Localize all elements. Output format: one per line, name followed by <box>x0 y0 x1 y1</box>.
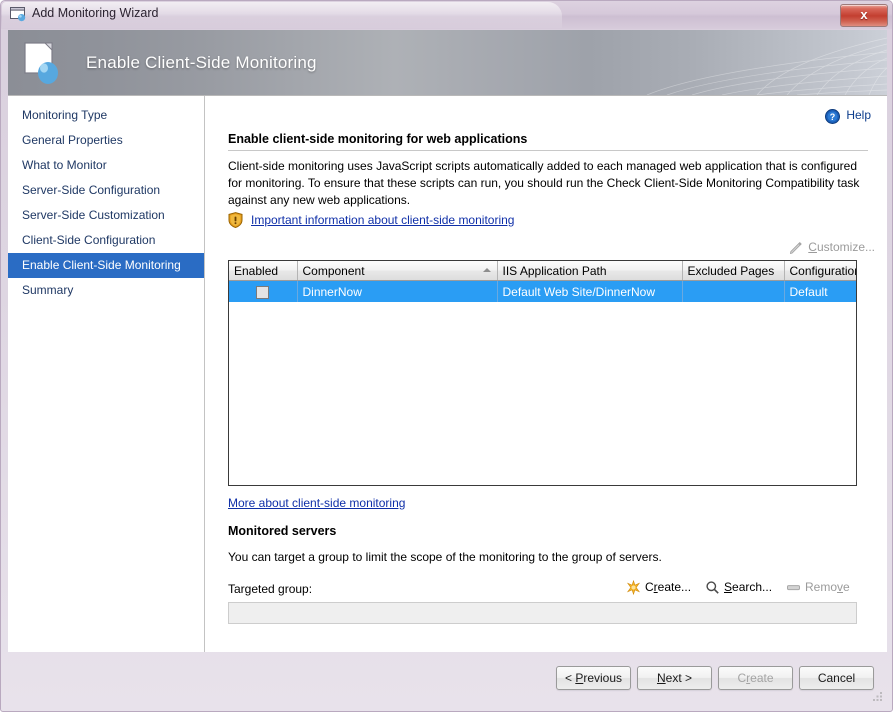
create-button[interactable]: Create <box>718 666 793 690</box>
customize-button[interactable]: Customize... <box>808 240 875 258</box>
banner-mesh-decoration <box>637 30 887 95</box>
enabled-checkbox[interactable] <box>256 286 269 299</box>
create-label-rest: eate... <box>658 580 691 594</box>
cell-configuration: Default <box>784 281 856 303</box>
previous-button[interactable]: < Previous <box>556 666 631 690</box>
cell-excluded-pages <box>682 281 784 303</box>
section-description: Client-side monitoring uses JavaScript s… <box>228 158 862 209</box>
search-group-label: Search... <box>724 580 772 594</box>
column-header-component-label: Component <box>303 264 365 278</box>
remove-bar-icon <box>786 580 801 595</box>
wizard-banner: Enable Client-Side Monitoring <box>8 30 887 95</box>
create-group-button[interactable]: Create... <box>645 580 691 598</box>
table-row[interactable]: DinnerNow Default Web Site/DinnerNow Def… <box>229 281 856 303</box>
cell-component: DinnerNow <box>297 281 497 303</box>
cancel-button[interactable]: Cancel <box>799 666 874 690</box>
section-title: Enable client-side monitoring for web ap… <box>228 132 868 151</box>
remove-group-label: Remove <box>805 580 850 594</box>
banner-title: Enable Client-Side Monitoring <box>86 53 317 73</box>
column-header-iis-application-path[interactable]: IIS Application Path <box>497 261 682 281</box>
important-info-link[interactable]: Important information about client-side … <box>251 213 514 227</box>
components-grid[interactable]: Enabled Component IIS Application Path E… <box>228 260 857 486</box>
resize-grip[interactable] <box>871 690 883 702</box>
help-label: Help <box>846 108 871 122</box>
targeted-group-listbox[interactable] <box>228 602 857 624</box>
customize-label-rest: ustomize... <box>817 240 875 254</box>
wizard-window-icon <box>10 7 27 22</box>
create-button-rest: eate <box>750 671 773 685</box>
create-group-label: Create... <box>645 580 691 594</box>
sidebar-item-summary[interactable]: Summary <box>8 278 204 303</box>
column-header-configuration[interactable]: Configuration <box>784 261 856 281</box>
cell-iis-application-path: Default Web Site/DinnerNow <box>497 281 682 303</box>
sidebar-item-what-to-monitor[interactable]: What to Monitor <box>8 153 204 178</box>
column-header-component[interactable]: Component <box>297 261 497 281</box>
cell-enabled <box>229 281 297 303</box>
sidebar-item-general-properties[interactable]: General Properties <box>8 128 204 153</box>
svg-text:?: ? <box>830 112 836 122</box>
starburst-icon <box>626 580 641 595</box>
next-label-rest: ext <box>666 671 682 685</box>
targeted-group-label: Targeted group: <box>228 582 312 596</box>
close-button[interactable]: x <box>840 4 888 27</box>
search-group-button[interactable]: Search... <box>724 580 772 598</box>
pencil-icon <box>788 241 803 256</box>
more-about-link[interactable]: More about client-side monitoring <box>228 496 405 510</box>
wizard-body: Monitoring Type General Properties What … <box>8 95 887 652</box>
customize-label: Customize... <box>808 240 875 254</box>
shield-warning-icon <box>228 212 243 228</box>
wizard-sphere-icon <box>24 42 70 84</box>
monitored-servers-title: Monitored servers <box>228 524 336 538</box>
sidebar-item-server-side-customization[interactable]: Server-Side Customization <box>8 203 204 228</box>
monitored-servers-description: You can target a group to limit the scop… <box>228 550 662 564</box>
help-link[interactable]: ? Help <box>846 108 871 122</box>
sidebar-item-enable-client-side-monitoring[interactable]: Enable Client-Side Monitoring <box>8 253 204 278</box>
sort-ascending-icon <box>483 268 491 272</box>
sidebar-item-monitoring-type[interactable]: Monitoring Type <box>8 103 204 128</box>
wizard-footer: < Previous Next > Create Cancel <box>8 651 887 705</box>
column-header-enabled[interactable]: Enabled <box>229 261 297 281</box>
components-table: Enabled Component IIS Application Path E… <box>229 261 856 302</box>
sidebar-item-server-side-configuration[interactable]: Server-Side Configuration <box>8 178 204 203</box>
search-label-rest: earch... <box>732 580 772 594</box>
close-icon: x <box>841 5 887 26</box>
window-title: Add Monitoring Wizard <box>32 6 158 20</box>
help-question-icon: ? <box>825 109 840 124</box>
remove-group-button[interactable]: Remove <box>805 580 850 598</box>
next-button[interactable]: Next > <box>637 666 712 690</box>
wizard-step-sidebar: Monitoring Type General Properties What … <box>8 96 205 652</box>
column-header-excluded-pages[interactable]: Excluded Pages <box>682 261 784 281</box>
remove-label-main: Remo <box>805 580 837 594</box>
table-header-row: Enabled Component IIS Application Path E… <box>229 261 856 281</box>
wizard-content-panel: ? Help Enable client-side monitoring for… <box>205 96 887 652</box>
wizard-window: Add Monitoring Wizard x <box>0 0 893 712</box>
sidebar-nav-list: Monitoring Type General Properties What … <box>8 103 204 303</box>
previous-label-rest: revious <box>583 671 622 685</box>
magnifier-icon <box>705 580 720 595</box>
title-bar: Add Monitoring Wizard x <box>1 1 892 29</box>
sidebar-item-client-side-configuration[interactable]: Client-Side Configuration <box>8 228 204 253</box>
